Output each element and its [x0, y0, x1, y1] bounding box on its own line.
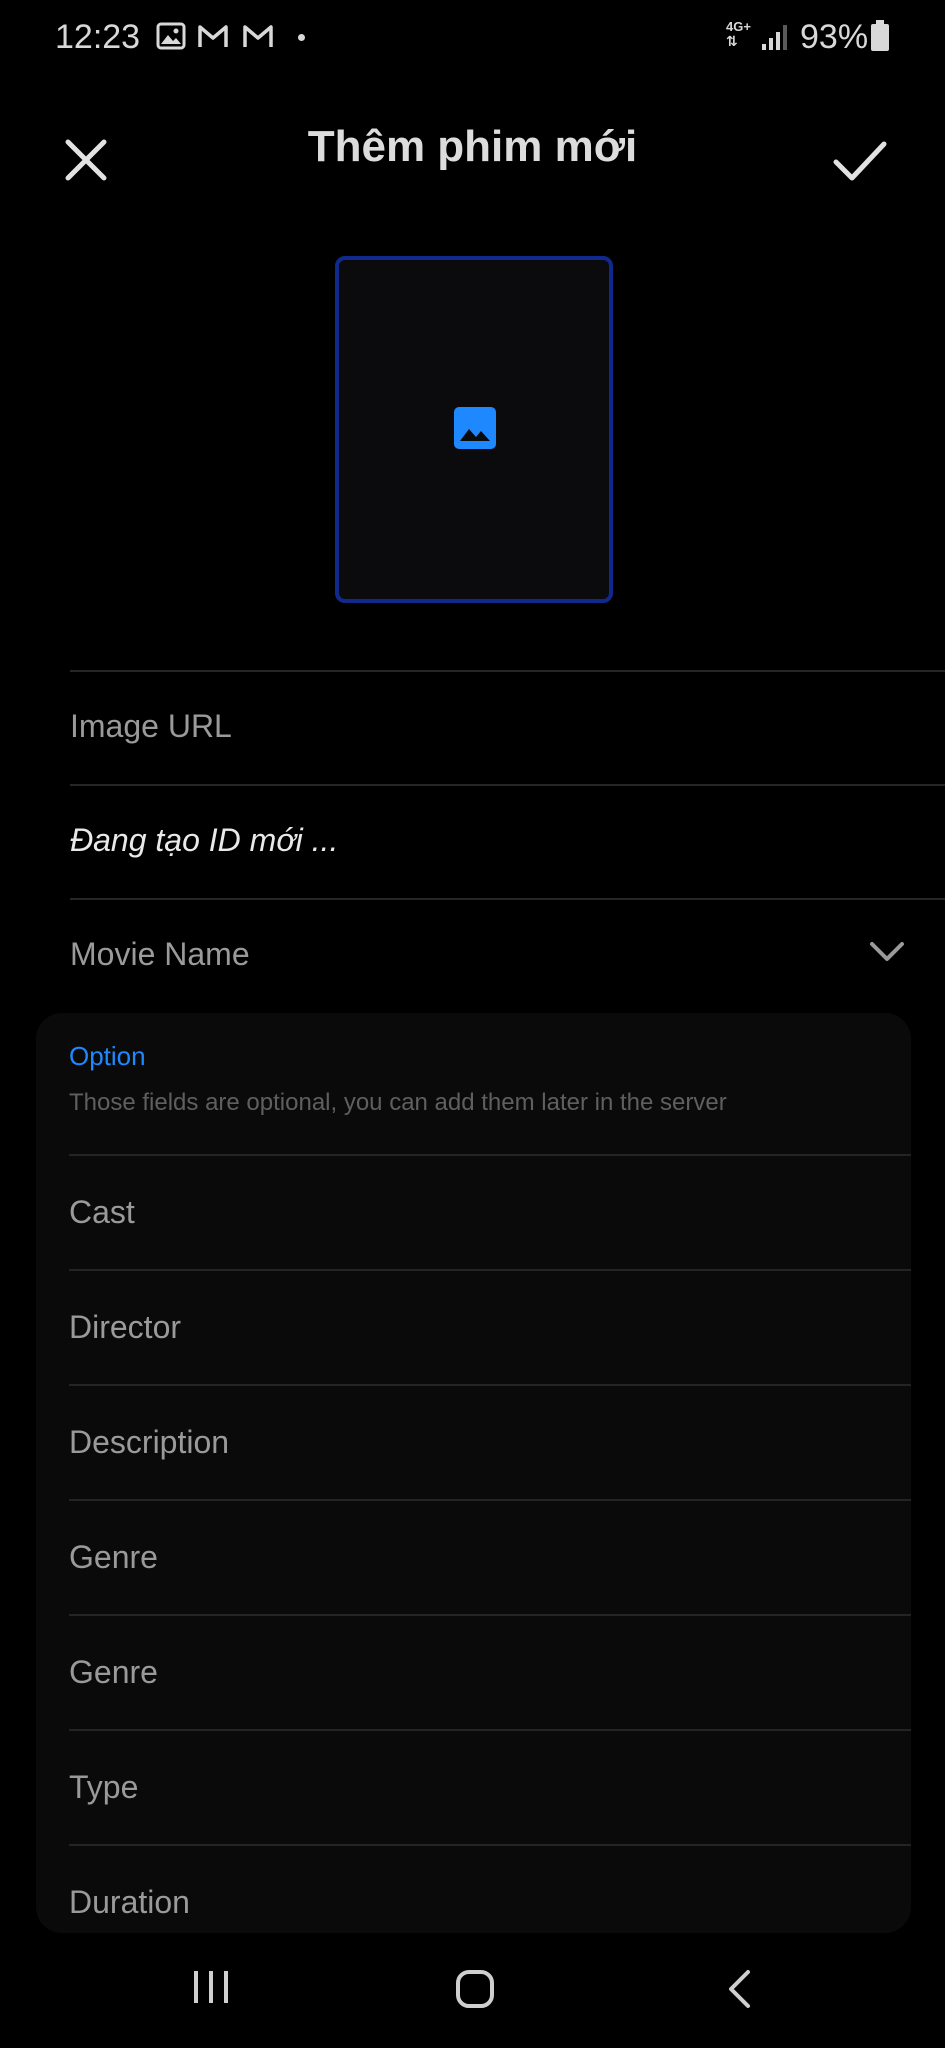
image-url-field[interactable]: Image URL: [70, 670, 945, 784]
status-time: 12:23: [55, 18, 141, 56]
page-title: Thêm phim mới: [307, 122, 638, 171]
cast-label: Cast: [69, 1194, 135, 1230]
option-section: Option Those fields are optional, you ca…: [36, 1013, 911, 1933]
director-field[interactable]: Director: [69, 1269, 911, 1384]
genre-label: Genre: [69, 1539, 158, 1575]
top-app-bar: Thêm phim mới: [0, 100, 945, 200]
genre-field-2[interactable]: Genre: [69, 1614, 911, 1729]
gmail-icon: [198, 25, 228, 47]
movie-name-placeholder: Movie Name: [70, 936, 250, 972]
description-field[interactable]: Description: [69, 1384, 911, 1499]
type-label: Type: [69, 1769, 139, 1805]
battery-percent: 93%: [800, 18, 869, 56]
status-bar: 12:23 4G+ ⇅ 93%: [0, 0, 945, 76]
type-field[interactable]: Type: [69, 1729, 911, 1844]
genre-field[interactable]: Genre: [69, 1499, 911, 1614]
signal-icon: [762, 25, 787, 50]
image-icon: [454, 407, 496, 449]
gallery-icon: [156, 22, 186, 50]
system-nav-bar: [0, 1933, 945, 2048]
cast-field[interactable]: Cast: [69, 1154, 911, 1269]
image-url-placeholder: Image URL: [70, 708, 232, 744]
movie-name-field[interactable]: Movie Name: [70, 898, 945, 1012]
network-type: 4G+ ⇅: [726, 19, 751, 49]
duration-field[interactable]: Duration: [69, 1844, 911, 1933]
battery-icon: [871, 20, 889, 51]
chevron-down-icon[interactable]: [869, 940, 905, 964]
check-icon[interactable]: [830, 134, 890, 186]
movie-id-status: Đang tạo ID mới ...: [70, 822, 339, 858]
home-icon[interactable]: [455, 1969, 495, 2009]
director-label: Director: [69, 1309, 182, 1345]
option-subtitle: Those fields are optional, you can add t…: [69, 1089, 727, 1116]
back-icon[interactable]: [726, 1969, 752, 2009]
movie-id-field: Đang tạo ID mới ...: [70, 784, 945, 898]
genre-label-2: Genre: [69, 1654, 158, 1690]
notification-dot: [298, 34, 305, 41]
gmail-icon: [243, 25, 273, 47]
duration-label: Duration: [69, 1884, 190, 1920]
recent-apps-icon[interactable]: [192, 1969, 230, 2005]
poster-image-picker[interactable]: [335, 256, 613, 603]
description-label: Description: [69, 1424, 230, 1460]
option-title: Option: [69, 1041, 146, 1071]
